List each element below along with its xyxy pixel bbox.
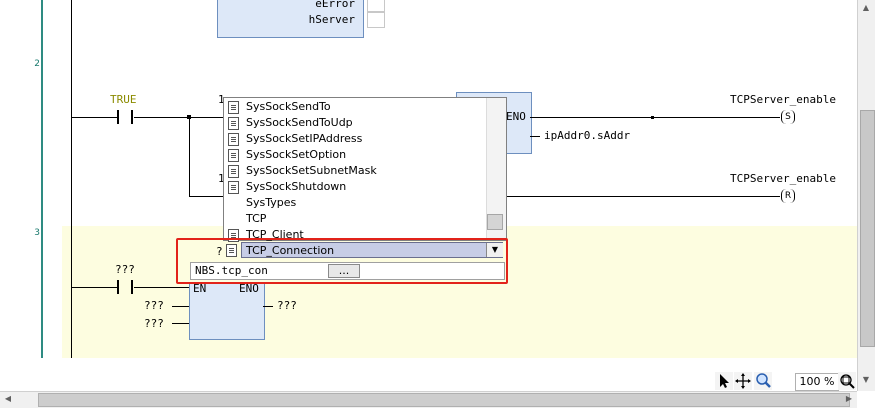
wire [530, 136, 540, 137]
library-item-icon [228, 117, 239, 130]
magnifier-icon[interactable] [754, 372, 772, 390]
list-item-label: SysTypes [246, 196, 297, 209]
line-number-gutter [0, 0, 42, 358]
fb-pin-box[interactable] [367, 12, 385, 28]
reset-coil[interactable]: R [781, 189, 795, 203]
rung-number-2: 2 [34, 59, 40, 69]
wire [189, 117, 190, 197]
fb-output-1[interactable]: ??? [277, 299, 297, 312]
highlight-annotation [176, 238, 508, 284]
list-item-label: SysSockSetSubnetMask [246, 164, 377, 177]
rung-number-3: 3 [34, 228, 40, 238]
contact-right-bar[interactable] [131, 280, 133, 294]
wire [172, 306, 189, 307]
list-item-label: SysSockShutdown [246, 180, 347, 193]
scroll-down-icon[interactable]: ▼ [858, 372, 874, 388]
fb-pin-box[interactable] [367, 0, 385, 12]
scroll-left-icon[interactable]: ◀ [0, 391, 16, 407]
list-item[interactable]: SysSockSendToUdp [224, 115, 486, 131]
list-item-label: TCP [246, 212, 267, 225]
contact-variable[interactable]: TRUE [110, 93, 137, 106]
list-item-label: SysSockSendToUdp [246, 116, 353, 129]
list-item[interactable]: SysSockSendTo [224, 99, 486, 115]
horizontal-scrollbar-thumb[interactable] [38, 393, 850, 407]
wire [189, 196, 224, 197]
zoom-icon[interactable] [838, 372, 856, 390]
scroll-right-icon[interactable]: ▶ [841, 391, 857, 407]
list-item[interactable]: SysSockSetOption [224, 147, 486, 163]
list-scrollbar-thumb[interactable] [487, 214, 503, 230]
library-item-icon [228, 181, 239, 194]
contact-left-bar[interactable] [117, 110, 119, 124]
fb-eno-label: ENO [506, 110, 526, 123]
list-item-label: SysSockSetIPAddress [246, 132, 363, 145]
move-icon[interactable] [734, 372, 752, 390]
left-power-rail [71, 0, 72, 358]
wire [263, 306, 273, 307]
wire [172, 323, 189, 324]
wire [505, 196, 780, 197]
wire [72, 117, 117, 118]
wire-junction [651, 116, 654, 119]
list-item[interactable]: SysSockShutdown [224, 179, 486, 195]
vertical-scrollbar-thumb[interactable] [860, 110, 875, 347]
zoom-level[interactable]: 100 % [795, 373, 839, 391]
list-item[interactable]: SysTypes [224, 195, 486, 211]
contact-variable-rung3[interactable]: ??? [115, 263, 135, 276]
list-item-label: SysSockSendTo [246, 100, 331, 113]
fb-output-hserver: hServer [308, 13, 355, 26]
list-item[interactable]: SysSockSetSubnetMask [224, 163, 486, 179]
wire [134, 287, 190, 288]
pointer-icon[interactable] [715, 372, 733, 390]
wire [134, 117, 224, 118]
library-item-icon [228, 149, 239, 162]
gutter-divider [41, 0, 43, 358]
library-item-icon [228, 165, 239, 178]
coil-reset-variable[interactable]: TCPServer_enable [730, 172, 836, 185]
fb-output-eerror: eError [315, 0, 355, 10]
library-item-icon [228, 101, 239, 114]
coil-set-variable[interactable]: TCPServer_enable [730, 93, 836, 106]
contact-left-bar[interactable] [117, 280, 119, 294]
list-item[interactable]: TCP [224, 211, 486, 227]
scroll-up-icon[interactable]: ▲ [858, 0, 874, 16]
library-item-icon [228, 133, 239, 146]
fb-output-variable[interactable]: ipAddr0.sAddr [544, 129, 630, 142]
contact-right-bar[interactable] [131, 110, 133, 124]
autocomplete-list[interactable]: SysSockSendTo SysSockSendToUdp SysSockSetI… [223, 97, 507, 242]
list-item[interactable]: SysSockSetIPAddress [224, 131, 486, 147]
fb-input-1[interactable]: ??? [144, 299, 164, 312]
set-coil[interactable]: S [781, 110, 795, 124]
list-item-label: SysSockSetOption [246, 148, 347, 161]
fb-input-2[interactable]: ??? [144, 317, 164, 330]
wire [530, 117, 780, 118]
wire [72, 287, 117, 288]
